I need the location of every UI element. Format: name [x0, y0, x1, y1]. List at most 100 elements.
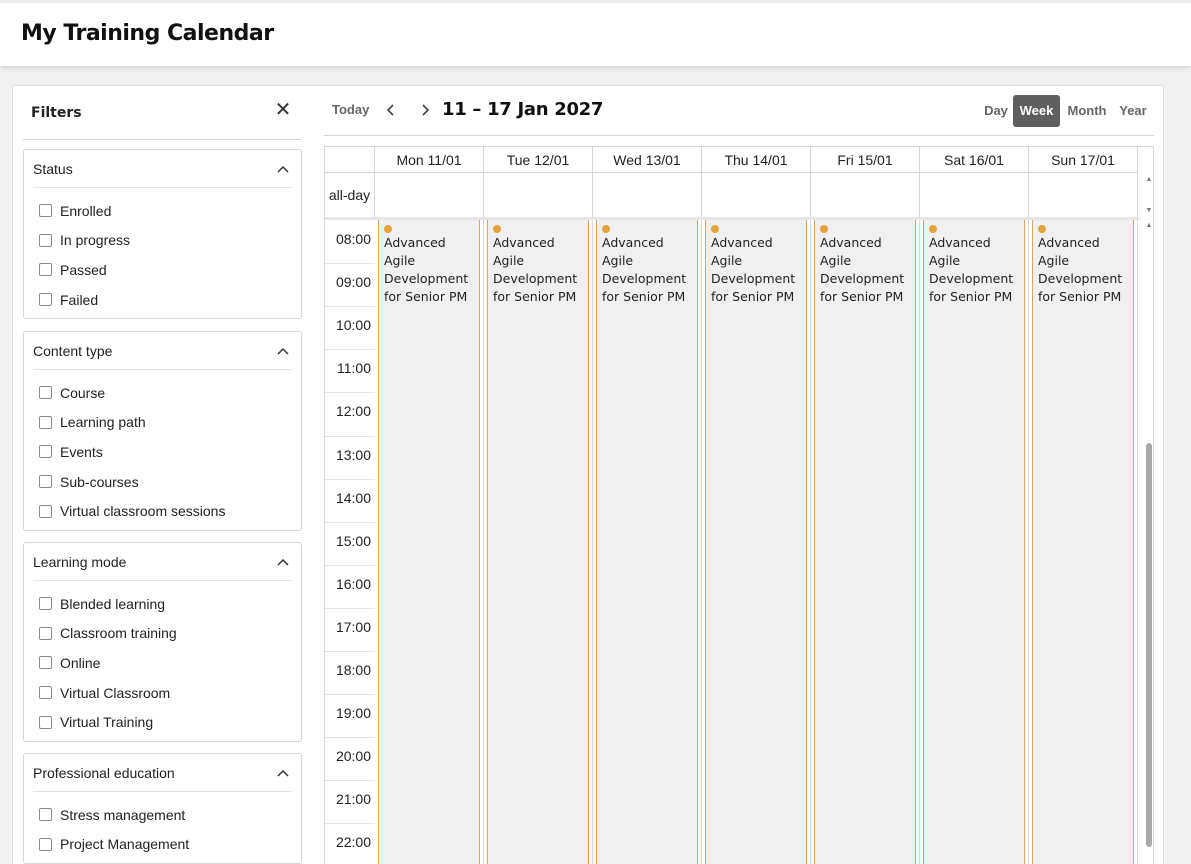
day-header[interactable]: Thu 14/01	[702, 147, 811, 173]
filter-option-label: Virtual Classroom	[60, 684, 171, 701]
day-header[interactable]: Wed 13/01	[593, 147, 702, 173]
filter-option-label: Project Management	[60, 836, 190, 853]
allday-cell[interactable]	[702, 173, 811, 217]
week-grid: all-day ▲ ▼ ▲ Mon 11/01 Advanced Agile De…	[324, 146, 1154, 864]
chevron-up-icon[interactable]	[276, 555, 290, 569]
filters-title: Filters	[31, 105, 82, 121]
chevron-right-icon[interactable]	[417, 101, 433, 119]
event-dot-icon	[493, 225, 501, 233]
filter-option-sub-courses[interactable]: Sub-courses	[39, 467, 301, 497]
calendar-event[interactable]: Advanced Agile Development for Senior PM	[705, 220, 807, 864]
filter-option-stress-management[interactable]: Stress management	[39, 800, 301, 830]
calendar-event[interactable]: Advanced Agile Development for Senior PM	[923, 220, 1025, 864]
chevron-up-icon[interactable]	[276, 766, 290, 780]
filter-option-label: Virtual Training	[60, 714, 154, 731]
checkbox[interactable]	[39, 445, 52, 459]
allday-cell[interactable]	[1029, 173, 1138, 217]
checkbox[interactable]	[39, 597, 52, 611]
filter-option-virtual-training[interactable]: Virtual Training	[39, 707, 301, 737]
day-header[interactable]: Sat 16/01	[920, 147, 1029, 173]
time-label: 10:00	[335, 317, 371, 334]
calendar-event[interactable]: Advanced Agile Development for Senior PM	[1032, 220, 1134, 864]
chevron-left-icon[interactable]	[383, 101, 399, 119]
calendar-event[interactable]: Advanced Agile Development for Senior PM	[487, 220, 589, 864]
day-header[interactable]: Sun 17/01	[1029, 147, 1138, 173]
allday-cell[interactable]	[920, 173, 1029, 217]
allday-label: all-day	[325, 173, 375, 217]
checkbox[interactable]	[39, 837, 52, 851]
filter-group-header[interactable]: Status	[33, 150, 292, 188]
checkbox[interactable]	[39, 475, 52, 489]
filter-option-events[interactable]: Events	[39, 437, 301, 467]
checkbox[interactable]	[39, 233, 52, 247]
view-day-button[interactable]: Day	[979, 95, 1013, 127]
checkbox[interactable]	[39, 626, 52, 640]
filter-options: Blended learning Classroom training Online…	[24, 581, 301, 741]
hour-divider	[325, 780, 375, 782]
calendar-event[interactable]: Advanced Agile Development for Senior PM	[596, 220, 698, 864]
filter-option-project-management[interactable]: Project Management	[39, 830, 301, 860]
checkbox[interactable]	[39, 686, 52, 700]
event-dot-icon	[1038, 225, 1046, 233]
allday-scroll-up-icon[interactable]: ▲	[1145, 176, 1153, 183]
allday-cell[interactable]	[484, 173, 593, 217]
event-title: Advanced Agile Development for Senior PM	[384, 235, 469, 304]
day-header[interactable]: Fri 15/01	[811, 147, 920, 173]
checkbox[interactable]	[39, 715, 52, 729]
filter-option-virtual-classroom[interactable]: Virtual Classroom	[39, 678, 301, 708]
calendar-event[interactable]: Advanced Agile Development for Senior PM	[378, 220, 480, 864]
close-icon[interactable]: ✕	[273, 100, 293, 120]
checkbox[interactable]	[39, 386, 52, 400]
checkbox[interactable]	[39, 415, 52, 429]
filter-option-failed[interactable]: Failed	[39, 285, 301, 315]
filter-option-passed[interactable]: Passed	[39, 255, 301, 285]
checkbox[interactable]	[39, 293, 52, 307]
filter-option-label: Virtual classroom sessions	[60, 503, 226, 520]
checkbox[interactable]	[39, 656, 52, 670]
time-label: 16:00	[335, 575, 371, 592]
chevron-up-icon[interactable]	[276, 344, 290, 358]
today-button[interactable]: Today	[332, 102, 369, 117]
checkbox[interactable]	[39, 504, 52, 518]
header-corner	[325, 147, 375, 173]
view-week-button[interactable]: Week	[1013, 95, 1060, 127]
filter-option-classroom-training[interactable]: Classroom training	[39, 619, 301, 649]
filter-group-title: Learning mode	[33, 554, 127, 570]
checkbox[interactable]	[39, 204, 52, 218]
filter-option-label: Passed	[60, 261, 107, 278]
filter-option-label: Failed	[60, 291, 99, 308]
filter-option-online[interactable]: Online	[39, 648, 301, 678]
filter-option-label: Enrolled	[60, 202, 112, 219]
allday-cell[interactable]	[811, 173, 920, 217]
filter-option-course[interactable]: Course	[39, 378, 301, 408]
allday-cell[interactable]	[375, 173, 484, 217]
filter-option-in-progress[interactable]: In progress	[39, 226, 301, 256]
event-title: Advanced Agile Development for Senior PM	[602, 235, 687, 304]
view-year-button[interactable]: Year	[1115, 95, 1151, 127]
filter-group-header[interactable]: Content type	[33, 332, 292, 370]
filter-option-blended-learning[interactable]: Blended learning	[39, 589, 301, 619]
filter-option-label: Course	[60, 384, 106, 401]
checkbox[interactable]	[39, 263, 52, 277]
day-header[interactable]: Tue 12/01	[484, 147, 593, 173]
checkbox[interactable]	[39, 808, 52, 822]
filter-option-virtual-classroom-sessions[interactable]: Virtual classroom sessions	[39, 496, 301, 526]
time-label: 13:00	[335, 446, 371, 463]
view-month-button[interactable]: Month	[1063, 95, 1111, 127]
filter-option-enrolled[interactable]: Enrolled	[39, 196, 301, 226]
filter-options: Course Learning path Events Sub-courses Virt…	[24, 370, 301, 530]
date-range-title: 11 – 17 Jan 2027	[442, 99, 604, 120]
allday-cell[interactable]	[593, 173, 702, 217]
chevron-up-icon[interactable]	[276, 162, 290, 176]
allday-scroll-down-icon[interactable]: ▼	[1145, 207, 1153, 214]
day-header[interactable]: Mon 11/01	[375, 147, 484, 173]
hour-divider	[325, 564, 375, 566]
hour-divider	[325, 478, 375, 480]
filter-group-header[interactable]: Learning mode	[33, 543, 292, 581]
scrollbar-thumb[interactable]	[1146, 443, 1152, 847]
filter-option-learning-path[interactable]: Learning path	[39, 408, 301, 438]
hour-divider	[325, 263, 375, 265]
event-title: Advanced Agile Development for Senior PM	[929, 235, 1014, 304]
calendar-event[interactable]: Advanced Agile Development for Senior PM	[814, 220, 916, 864]
filter-group-header[interactable]: Professional education	[33, 754, 292, 792]
